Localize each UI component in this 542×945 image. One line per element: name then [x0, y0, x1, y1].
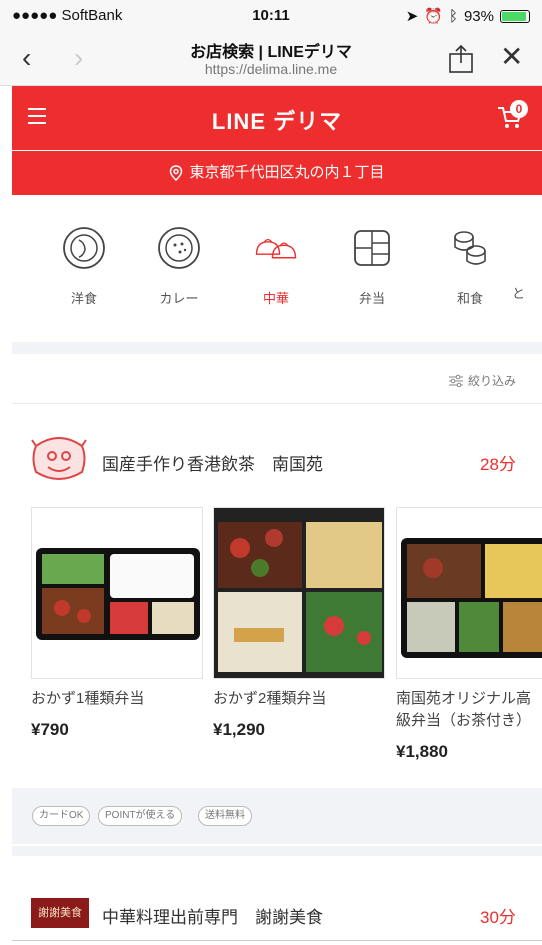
section-divider [12, 342, 542, 354]
tag-free-shipping: 送料無料 [198, 806, 252, 826]
category-western[interactable]: 洋食 [44, 225, 124, 307]
menu-item-name: おかず1種類弁当 [31, 690, 145, 707]
delivery-location-text: 東京都千代田区丸の内１丁目 [189, 164, 385, 181]
browser-navbar: ‹ › お店検索 | LINEデリマ https://delima.line.m… [0, 30, 542, 86]
category-bento[interactable]: 弁当 [332, 225, 412, 307]
shop-logo-xiexie[interactable]: 謝謝美食 [31, 898, 89, 928]
menu-item-name: 南国苑オリジナル高級弁当（お茶付き） [396, 690, 532, 729]
status-bar: ●●●●● SoftBank 10:11 ➤ ⏰ ᛒ 93% [0, 0, 542, 30]
alarm-icon: ⏰ [424, 8, 443, 25]
menu-item-price: ¥1,880 [396, 742, 448, 761]
app-header: LINE デリマ 0 [12, 86, 542, 150]
location-pin-icon [170, 165, 183, 182]
status-right: ➤ ⏰ ᛒ 93% [406, 7, 530, 25]
shop-logo-nangokuen[interactable] [30, 434, 88, 484]
category-label: 弁当 [358, 291, 385, 306]
chinese-dumpling-icon [255, 238, 297, 259]
filter-label: 絞り込み [468, 374, 517, 388]
menu-item-photo[interactable] [396, 507, 542, 679]
battery-percent: 93% [463, 7, 494, 25]
filter-sliders-icon [449, 374, 463, 387]
category-chinese[interactable]: 中華 [236, 225, 316, 307]
curry-icon [158, 227, 200, 269]
menu-item-name: おかず2種類弁当 [213, 690, 327, 707]
cart-count-badge: 0 [510, 100, 528, 118]
sushi-icon [454, 231, 486, 265]
category-label: 中華 [262, 291, 289, 306]
next-category-icon [512, 225, 542, 271]
western-food-icon [63, 227, 105, 269]
delivery-time: 28分 [480, 455, 516, 474]
category-strip: 洋食 カレー 中華 弁当 和食 と [12, 225, 542, 315]
menu-item-price: ¥1,290 [213, 720, 265, 739]
bento-icon [354, 230, 390, 266]
category-label: と [512, 286, 526, 301]
category-next[interactable]: と [512, 225, 542, 302]
share-icon[interactable] [448, 44, 474, 74]
location-arrow-icon: ➤ [405, 8, 419, 25]
battery-icon [500, 9, 530, 23]
tag-card-ok: カードOK [32, 806, 91, 826]
tag-point: POINTが使える [98, 806, 183, 826]
shop-name[interactable]: 国産手作り香港飲茶 南国苑 [102, 450, 323, 475]
bluetooth-icon: ᛒ [448, 7, 458, 25]
category-curry[interactable]: カレー [139, 225, 219, 307]
divider-line [12, 403, 542, 404]
menu-item-card[interactable]: おかず1種類弁当 ¥790 [31, 507, 209, 740]
menu-item-photo[interactable] [213, 507, 385, 679]
shop-tags: カードOK POINTが使える 送料無料 [12, 788, 542, 844]
menu-item-price: ¥790 [31, 720, 69, 739]
section-divider [12, 846, 542, 856]
close-icon[interactable]: ✕ [500, 40, 523, 73]
delivery-time: 30分 [480, 908, 516, 927]
delivery-location-bar[interactable]: 東京都千代田区丸の内１丁目 [12, 151, 542, 195]
category-label: カレー [159, 291, 199, 306]
menu-item-photo[interactable] [31, 507, 203, 679]
filter-button[interactable]: 絞り込み [448, 372, 516, 389]
shop-name[interactable]: 中華料理出前専門 謝謝美食 [102, 903, 323, 928]
divider-line [12, 940, 542, 941]
menu-item-card[interactable]: おかず2種類弁当 ¥1,290 [213, 507, 391, 740]
category-label: 洋食 [70, 291, 97, 306]
category-label: 和食 [456, 291, 483, 306]
category-japanese[interactable]: 和食 [430, 225, 510, 307]
menu-item-card[interactable]: 南国苑オリジナル高級弁当（お茶付き） ¥1,880 [396, 507, 542, 762]
app-logo[interactable]: LINE デリマ [12, 104, 542, 136]
